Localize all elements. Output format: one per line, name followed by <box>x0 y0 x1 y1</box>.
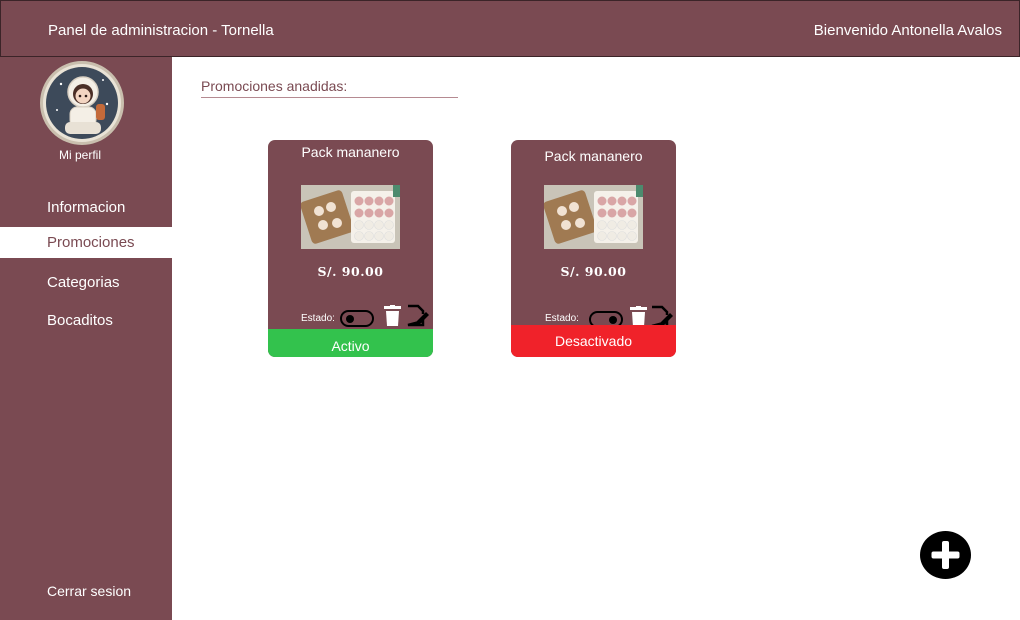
status-badge-activo: Activo <box>268 329 433 357</box>
promo-photo <box>544 185 643 249</box>
trash-icon[interactable] <box>384 305 401 327</box>
edit-icon[interactable] <box>406 304 430 327</box>
promo-price: S/. 90.00 <box>317 264 384 279</box>
promo-photo <box>301 185 400 249</box>
top-bar: Panel de administracion - Tornella Bienv… <box>0 0 1020 57</box>
welcome-text: Bienvenido Antonella Avalos <box>813 22 1002 39</box>
sidebar-item-informacion[interactable]: Informacion <box>0 192 172 223</box>
promo-price: S/. 90.00 <box>560 264 627 279</box>
promo-name: Pack mananero <box>301 144 400 160</box>
estado-label: Estado: <box>301 313 335 324</box>
sidebar-item-bocaditos[interactable]: Bocaditos <box>0 305 172 336</box>
logout-link[interactable]: Cerrar sesion <box>0 583 178 599</box>
sidebar-item-promociones[interactable]: Promociones <box>0 227 172 258</box>
toggle-knob <box>609 315 617 324</box>
page-title: Panel de administracion - Tornella <box>48 22 274 39</box>
add-promotion-button[interactable] <box>920 531 971 579</box>
profile-link[interactable]: Mi perfil <box>0 148 160 162</box>
toggle-knob <box>346 314 354 323</box>
plus-icon <box>931 541 960 569</box>
astronaut-avatar-icon <box>46 67 118 139</box>
section-title: Promociones anadidas: <box>201 78 458 98</box>
status-badge-desactivado: Desactivado <box>511 325 676 357</box>
estado-label: Estado: <box>545 313 579 324</box>
status-toggle[interactable] <box>340 310 374 327</box>
promo-card: Pack mananero S/. 90.00 Estado: <box>268 140 433 357</box>
sidebar: Mi perfil Informacion Promociones Catego… <box>0 57 172 620</box>
promo-card: Pack mananero S/. 90.00 Estado: <box>511 140 676 357</box>
promo-name: Pack mananero <box>544 148 643 164</box>
sidebar-item-categorias[interactable]: Categorias <box>0 267 172 298</box>
avatar[interactable] <box>40 61 124 145</box>
